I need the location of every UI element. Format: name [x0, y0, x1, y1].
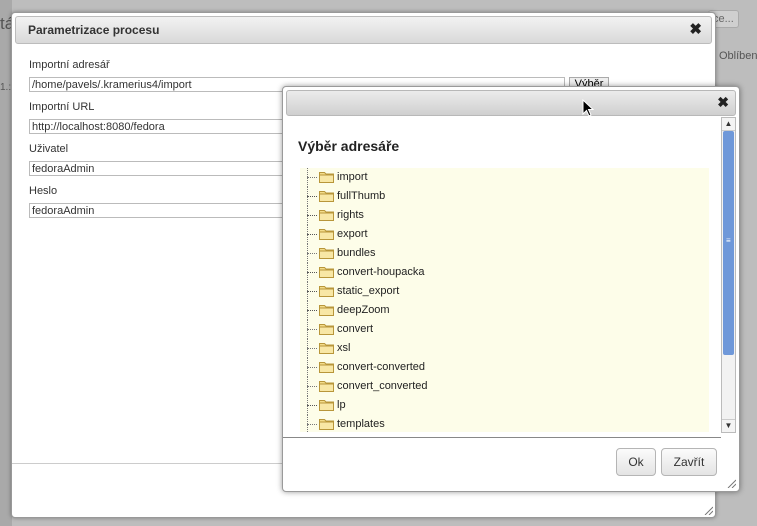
tree-item-label: xsl: [337, 342, 351, 354]
tree-item-label: deepZoom: [337, 304, 390, 316]
dialog-heading: Výběr adresáře: [298, 138, 400, 154]
tree-branch: [307, 253, 317, 254]
background-text-fragment: 1.:: [0, 82, 12, 93]
resize-handle-icon[interactable]: [703, 505, 713, 515]
tree-item[interactable]: convert_converted: [300, 377, 709, 396]
tree-item-label: convert-houpacka: [337, 266, 425, 278]
background-tab-favorites: Oblíben: [719, 50, 757, 62]
tree-item[interactable]: static_export: [300, 282, 709, 301]
tree-item[interactable]: templates: [300, 415, 709, 432]
folder-tree[interactable]: import fullThumb rights export bundles conver…: [300, 168, 709, 432]
tree-item[interactable]: xsl: [300, 339, 709, 358]
tree-branch: [307, 272, 317, 273]
tree-item-label: rights: [337, 209, 364, 221]
tree-item[interactable]: rights: [300, 206, 709, 225]
folder-icon: [319, 208, 334, 221]
tree-item-label: import: [337, 171, 368, 183]
close-icon[interactable]: ✖: [689, 22, 702, 37]
folder-icon: [319, 341, 334, 354]
tree-item-label: fullThumb: [337, 190, 386, 202]
tree-branch: [307, 348, 317, 349]
tree-item[interactable]: lp: [300, 396, 709, 415]
tree-branch: [307, 329, 317, 330]
tree-branch: [307, 196, 317, 197]
user-label: Uživatel: [29, 143, 69, 155]
tree-branch: [307, 386, 317, 387]
tree-item-label: lp: [337, 399, 346, 411]
tree-branch: [307, 405, 317, 406]
dialog-titlebar[interactable]: Parametrizace procesu ✖: [15, 16, 712, 44]
tree-item-label: convert_converted: [337, 380, 428, 392]
folder-icon: [319, 379, 334, 392]
folder-icon: [319, 227, 334, 240]
tree-item-label: convert: [337, 323, 374, 335]
tree-branch: [307, 310, 317, 311]
import-url-label: Importní URL: [29, 101, 95, 113]
tree-branch: [307, 367, 317, 368]
folder-icon: [319, 189, 334, 202]
dialog-title: Parametrizace procesu: [28, 23, 160, 37]
tree-item[interactable]: export: [300, 225, 709, 244]
tree-item[interactable]: deepZoom: [300, 301, 709, 320]
tree-item[interactable]: convert-houpacka: [300, 263, 709, 282]
close-icon[interactable]: ✖: [717, 95, 729, 109]
folder-icon: [319, 284, 334, 297]
tree-item[interactable]: convert: [300, 320, 709, 339]
tree-branch: [307, 291, 317, 292]
tree-item-label: bundles: [337, 247, 376, 259]
grip-icon: ≡: [726, 236, 731, 245]
password-label: Heslo: [29, 185, 58, 197]
folder-icon: [319, 265, 334, 278]
tree-item[interactable]: import: [300, 168, 709, 187]
tree-branch: [307, 215, 317, 216]
tree-item-label: static_export: [337, 285, 400, 297]
tree-branch: [307, 177, 317, 178]
directory-chooser-dialog: ✖ Výběr adresáře import fullThumb rights ex…: [282, 86, 740, 492]
ok-button[interactable]: Ok: [616, 448, 656, 476]
folder-icon: [319, 360, 334, 373]
folder-icon: [319, 303, 334, 316]
tree-item[interactable]: bundles: [300, 244, 709, 263]
tree-item-label: templates: [337, 418, 385, 430]
mouse-cursor-icon: [582, 99, 594, 117]
dialog-titlebar[interactable]: ✖: [286, 90, 736, 116]
scroll-thumb[interactable]: ≡: [723, 131, 734, 355]
tree-divider: [283, 437, 721, 438]
tree-item[interactable]: fullThumb: [300, 187, 709, 206]
import-dir-label: Importní adresář: [29, 59, 110, 71]
tree-item-label: convert-converted: [337, 361, 426, 373]
tree-branch: [307, 234, 317, 235]
tree-branch: [307, 424, 317, 425]
folder-icon: [319, 322, 334, 335]
tree-scrollbar[interactable]: ▲ ≡ ▼: [721, 117, 736, 433]
close-button[interactable]: Zavřít: [661, 448, 717, 476]
scroll-down-icon[interactable]: ▼: [722, 419, 735, 432]
folder-icon: [319, 170, 334, 183]
folder-icon: [319, 398, 334, 411]
resize-handle-icon[interactable]: [726, 478, 736, 488]
folder-icon: [319, 417, 334, 430]
scroll-up-icon[interactable]: ▲: [722, 118, 735, 131]
folder-icon: [319, 246, 334, 259]
tree-item-label: export: [337, 228, 368, 240]
tree-item[interactable]: convert-converted: [300, 358, 709, 377]
